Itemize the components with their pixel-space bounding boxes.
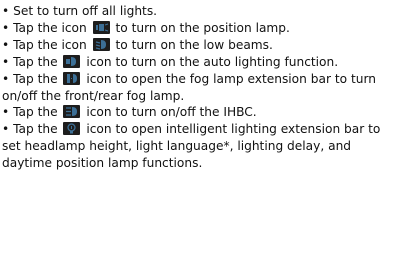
bullet: • bbox=[2, 71, 10, 86]
list-item: • Set to turn off all lights. bbox=[2, 3, 402, 20]
item-text: Set to turn off all lights. bbox=[13, 4, 158, 18]
item-text: Tap the bbox=[13, 54, 58, 69]
bullet: • bbox=[2, 37, 10, 52]
item-text: Tap the icon bbox=[13, 37, 87, 52]
item-text: icon to open intelligent lighting extens… bbox=[2, 122, 381, 171]
item-text: Tap the bbox=[13, 122, 58, 137]
list-item: • Tap the icon to turn on the low beams. bbox=[2, 37, 402, 54]
bullet: • bbox=[2, 54, 10, 69]
item-text: Tap the bbox=[13, 71, 58, 86]
intelligent-lighting-icon bbox=[63, 122, 81, 136]
list-item: • Tap the icon to turn on the auto light… bbox=[2, 54, 402, 71]
bullet: • bbox=[2, 4, 10, 18]
bullet: • bbox=[2, 105, 10, 120]
item-text: to turn on the low beams. bbox=[115, 37, 273, 52]
list-item: • Tap the icon to open intelligent light… bbox=[2, 121, 402, 172]
fog-lamp-icon bbox=[63, 71, 81, 85]
item-text: icon to turn on/off the IHBC. bbox=[86, 105, 257, 120]
auto-lighting-icon bbox=[63, 54, 81, 68]
bullet: • bbox=[2, 20, 10, 35]
list-item: • Tap the icon to turn on/off the IHBC. bbox=[2, 104, 402, 121]
item-text: Tap the bbox=[13, 105, 58, 120]
instruction-list: • Set to turn off all lights. • Tap the … bbox=[2, 3, 402, 172]
bullet: • bbox=[2, 122, 10, 137]
item-text: icon to turn on the auto lighting functi… bbox=[86, 54, 339, 69]
item-text: Tap the icon bbox=[13, 20, 87, 35]
list-item: • Tap the icon to open the fog lamp exte… bbox=[2, 71, 402, 105]
ihbc-icon bbox=[63, 105, 81, 119]
position-lamp-icon bbox=[92, 20, 110, 34]
item-text: icon to open the fog lamp extension bar … bbox=[2, 71, 376, 103]
low-beam-icon bbox=[92, 37, 110, 51]
item-text: to turn on the position lamp. bbox=[115, 20, 290, 35]
list-item: • Tap the icon to turn on the position l… bbox=[2, 20, 402, 37]
